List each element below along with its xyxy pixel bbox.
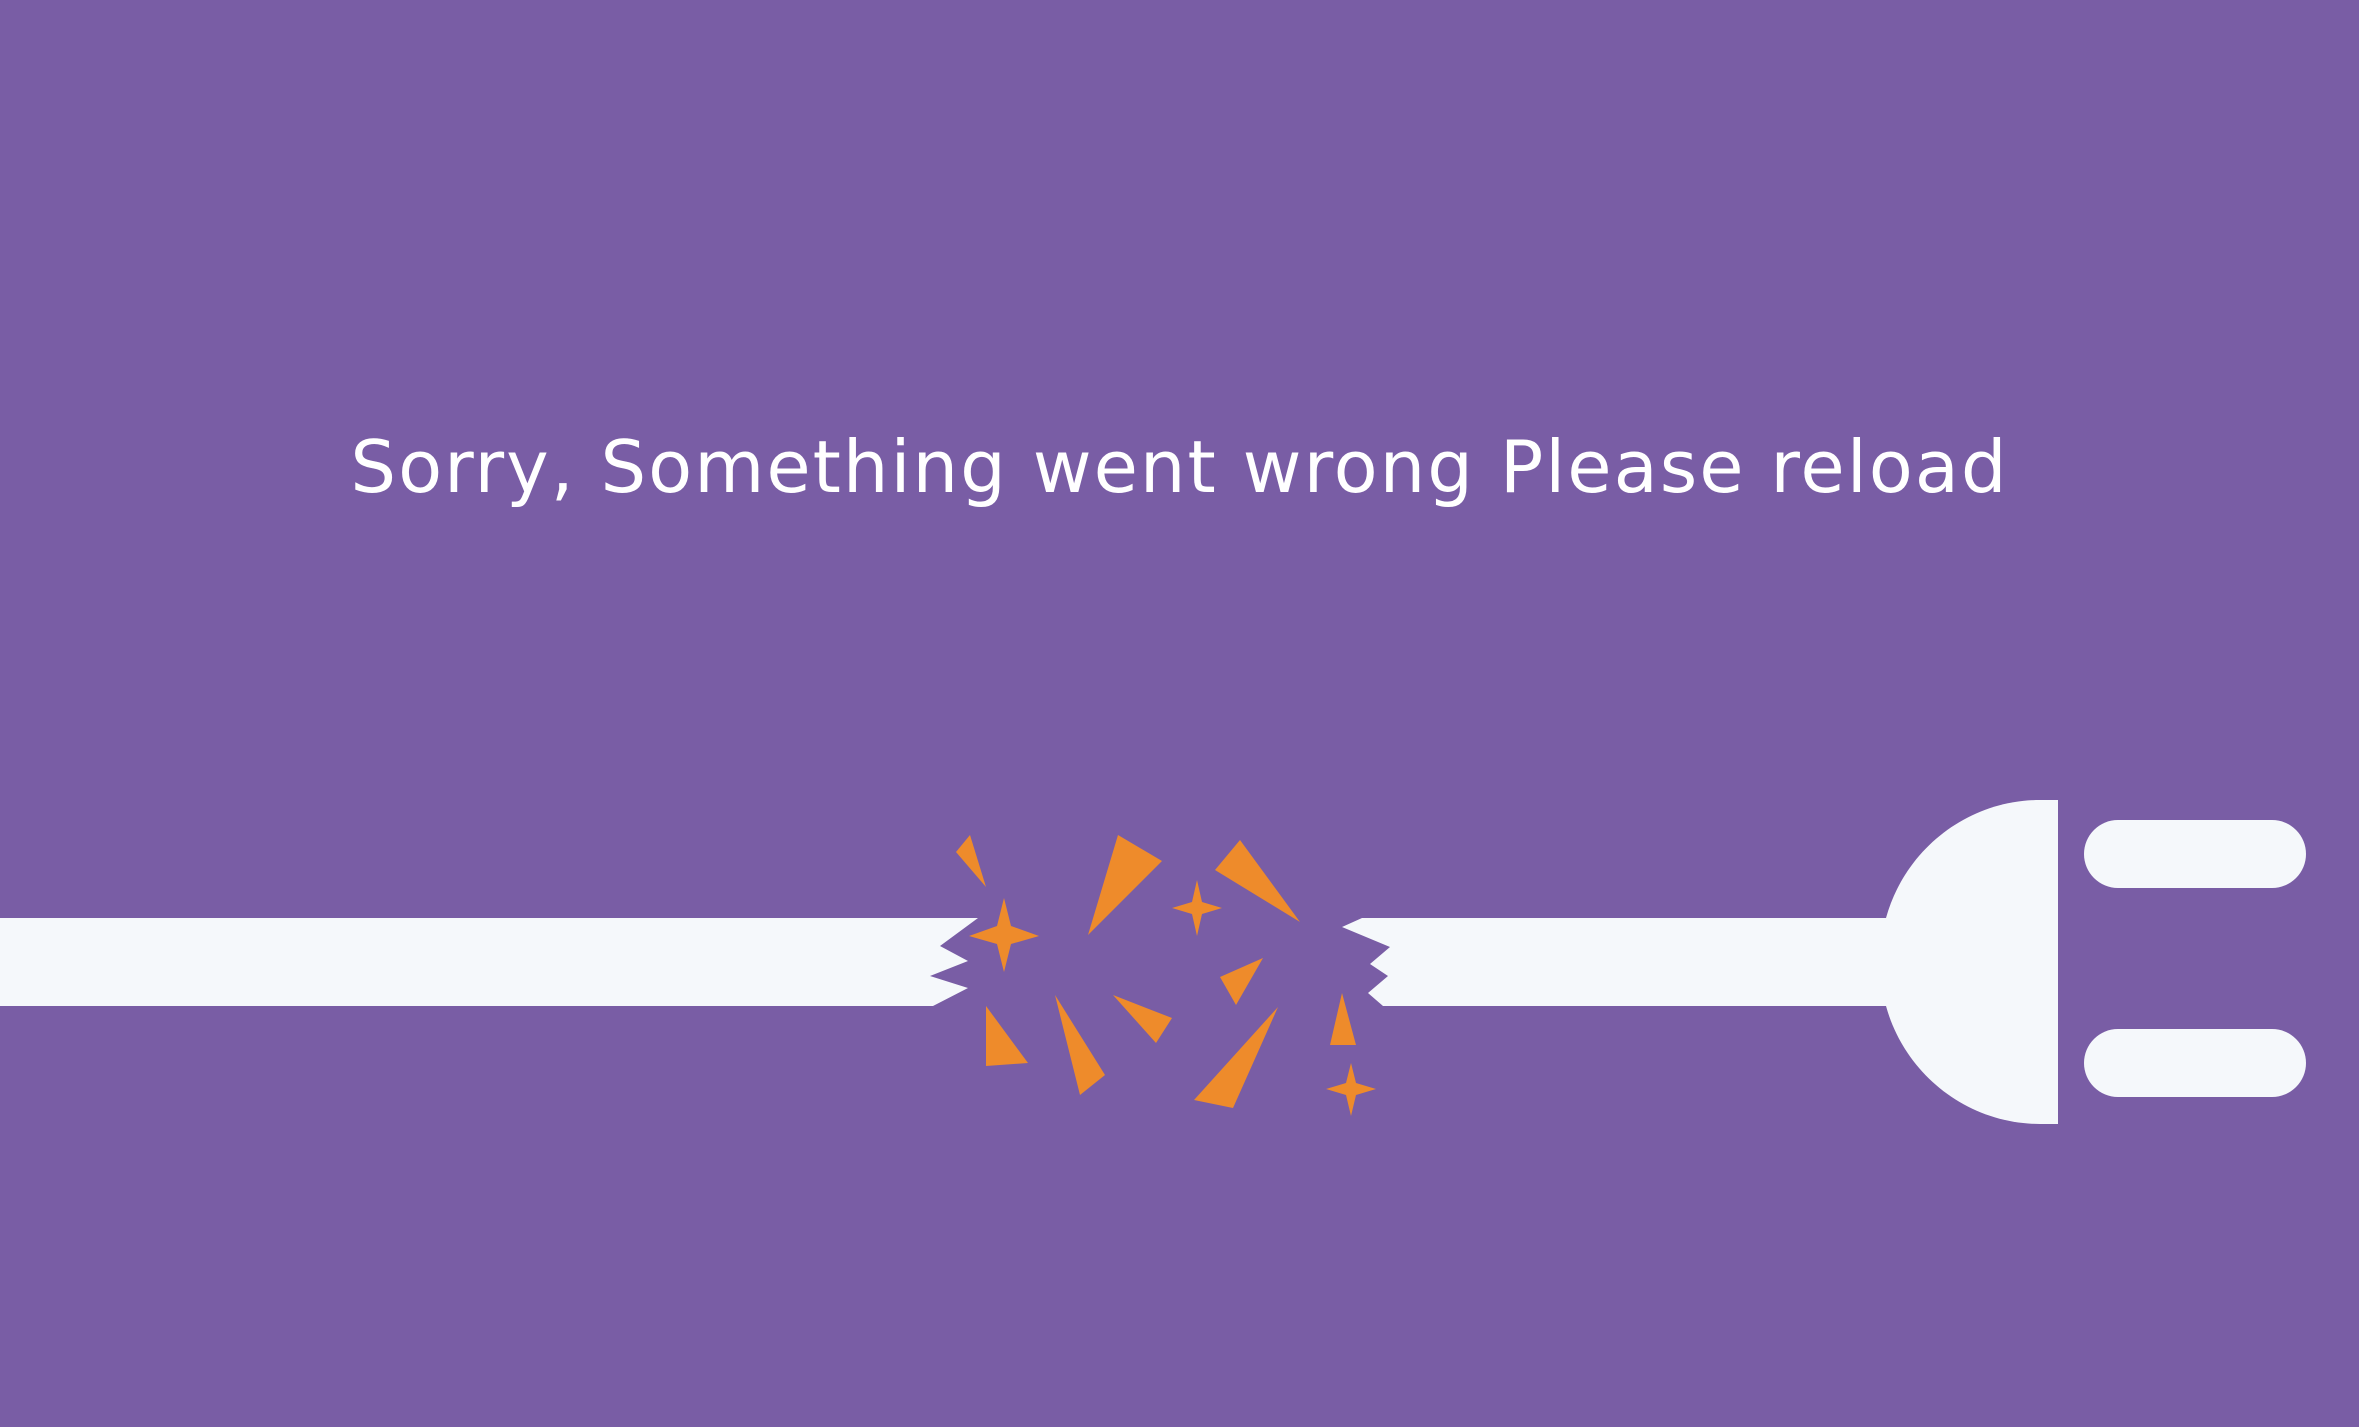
spark-shards-icon bbox=[956, 835, 1376, 1116]
plug-icon bbox=[1342, 800, 2306, 1124]
error-page: Sorry, Something went wrong Please reloa… bbox=[0, 0, 2359, 1427]
unplugged-cable-illustration bbox=[0, 800, 2306, 1124]
left-cable-icon bbox=[0, 918, 978, 1006]
